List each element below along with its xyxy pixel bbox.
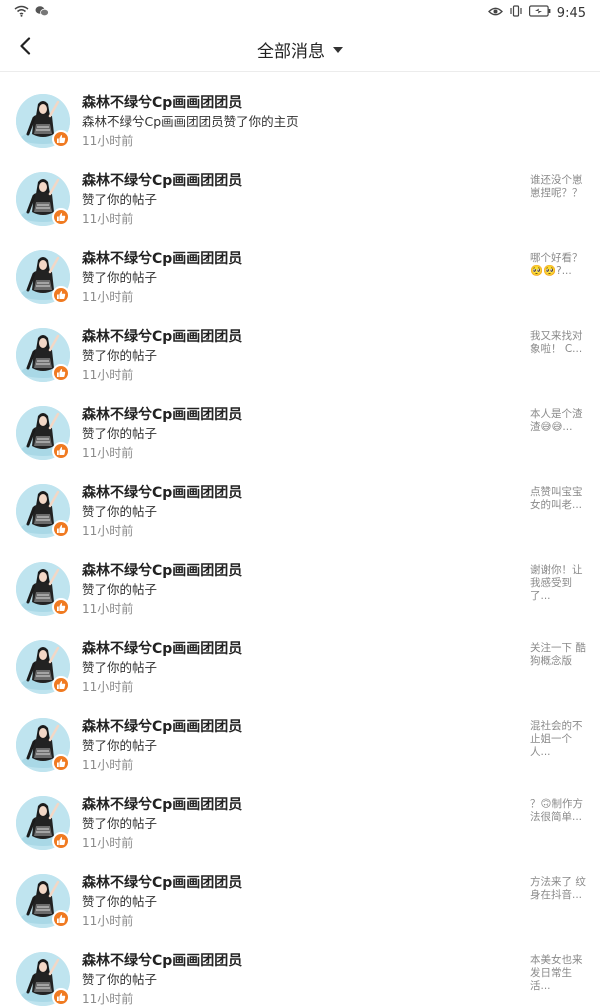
notification-item[interactable]: 森林不绿兮Cp画画团团员 赞了你的帖子 11小时前 我又来找对象啦！ C... [0,306,600,384]
timestamp: 11小时前 [82,368,134,382]
post-preview[interactable]: 哪个好看？🥺🥺?... [530,252,586,278]
post-preview[interactable]: 混社会的不止姐一个人... [530,720,586,759]
user-name[interactable]: 森林不绿兮Cp画画团团员 [82,718,502,736]
message-filter-dropdown[interactable]: 全部消息 [0,26,600,72]
user-name[interactable]: 森林不绿兮Cp画画团团员 [82,952,502,970]
notification-text: 森林不绿兮Cp画画团团员 赞了你的帖子 11小时前 [82,172,502,228]
notification-item[interactable]: 森林不绿兮Cp画画团团员 赞了你的帖子 11小时前 本人是个渣渣😅😅... [0,384,600,462]
thumbs-up-icon [52,676,70,694]
post-preview[interactable]: 方法来了 纹身在抖音... [530,876,586,902]
nav-bar: 全部消息 [0,26,600,72]
back-button[interactable] [12,35,38,61]
user-name[interactable]: 森林不绿兮Cp画画团团员 [82,328,502,346]
notification-item[interactable]: 森林不绿兮Cp画画团团员 赞了你的帖子 11小时前 方法来了 纹身在抖音... [0,852,600,930]
notification-text: 森林不绿兮Cp画画团团员 赞了你的帖子 11小时前 [82,874,502,930]
status-time: 9:45 [556,5,586,21]
user-name[interactable]: 森林不绿兮Cp画画团团员 [82,562,502,580]
thumbs-up-icon [52,286,70,304]
timestamp: 11小时前 [82,446,134,460]
thumbs-up-icon [52,754,70,772]
notification-list: 森林不绿兮Cp画画团团员 森林不绿兮Cp画画团团员赞了你的主页 11小时前 森林… [0,72,600,1008]
timestamp: 11小时前 [82,758,134,772]
action-text: 赞了你的帖子 [82,894,158,909]
action-text: 赞了你的帖子 [82,504,158,519]
post-preview[interactable]: 本人是个渣渣😅😅... [530,408,586,434]
timestamp: 11小时前 [82,914,134,928]
eye-icon [487,6,503,21]
notification-text: 森林不绿兮Cp画画团团员 赞了你的帖子 11小时前 [82,484,502,540]
notification-text: 森林不绿兮Cp画画团团员 赞了你的帖子 11小时前 [82,328,502,384]
post-preview[interactable]: 谁还没个崽崽捏呢？？ [530,174,586,200]
thumbs-up-icon [52,442,70,460]
thumbs-up-icon [52,520,70,538]
wechat-icon [35,5,49,21]
notification-text: 森林不绿兮Cp画画团团员 赞了你的帖子 11小时前 [82,250,502,306]
timestamp: 11小时前 [82,134,134,148]
post-preview[interactable]: 本美女也来发日常生活... [530,954,586,993]
post-preview[interactable]: 我又来找对象啦！ C... [530,330,586,356]
timestamp: 11小时前 [82,524,134,538]
notification-text: 森林不绿兮Cp画画团团员 赞了你的帖子 11小时前 [82,640,502,696]
user-name[interactable]: 森林不绿兮Cp画画团团员 [82,406,502,424]
user-name[interactable]: 森林不绿兮Cp画画团团员 [82,640,502,658]
timestamp: 11小时前 [82,212,134,226]
action-text: 森林不绿兮Cp画画团团员赞了你的主页 [82,114,299,129]
user-name[interactable]: 森林不绿兮Cp画画团团员 [82,172,502,190]
thumbs-up-icon [52,130,70,148]
action-text: 赞了你的帖子 [82,270,158,285]
thumbs-up-icon [52,910,70,928]
action-text: 赞了你的帖子 [82,426,158,441]
notification-item[interactable]: 森林不绿兮Cp画画团团员 赞了你的帖子 11小时前 本美女也来发日常生活... [0,930,600,1008]
notification-text: 森林不绿兮Cp画画团团员 赞了你的帖子 11小时前 [82,406,502,462]
timestamp: 11小时前 [82,602,134,616]
notification-item[interactable]: 森林不绿兮Cp画画团团员 赞了你的帖子 11小时前 ？🙃制作方法很简单... [0,774,600,852]
vibrate-icon [509,5,523,21]
action-text: 赞了你的帖子 [82,582,158,597]
action-text: 赞了你的帖子 [82,660,158,675]
action-text: 赞了你的帖子 [82,192,158,207]
notification-item[interactable]: 森林不绿兮Cp画画团团员 赞了你的帖子 11小时前 谢谢你！让我感受到了... [0,540,600,618]
timestamp: 11小时前 [82,290,134,304]
status-bar: 9:45 [0,0,600,26]
battery-icon [528,5,551,21]
post-preview[interactable]: 关注一下 酷狗概念版 [530,642,586,668]
action-text: 赞了你的帖子 [82,348,158,363]
notification-text: 森林不绿兮Cp画画团团员 森林不绿兮Cp画画团团员赞了你的主页 11小时前 [82,94,502,150]
post-preview[interactable]: 点赞叫宝宝女的叫老... [530,486,586,512]
notification-text: 森林不绿兮Cp画画团团员 赞了你的帖子 11小时前 [82,562,502,618]
user-name[interactable]: 森林不绿兮Cp画画团团员 [82,796,502,814]
notification-item[interactable]: 森林不绿兮Cp画画团团员 赞了你的帖子 11小时前 哪个好看？🥺🥺?... [0,228,600,306]
action-text: 赞了你的帖子 [82,972,158,987]
wifi-icon [14,5,29,21]
back-arrow-icon [19,37,31,59]
action-text: 赞了你的帖子 [82,738,158,753]
user-name[interactable]: 森林不绿兮Cp画画团团员 [82,94,502,112]
caret-down-icon [333,39,343,59]
user-name[interactable]: 森林不绿兮Cp画画团团员 [82,874,502,892]
user-name[interactable]: 森林不绿兮Cp画画团团员 [82,484,502,502]
notification-item[interactable]: 森林不绿兮Cp画画团团员 赞了你的帖子 11小时前 混社会的不止姐一个人... [0,696,600,774]
post-preview[interactable]: 谢谢你！让我感受到了... [530,564,586,603]
thumbs-up-icon [52,208,70,226]
timestamp: 11小时前 [82,992,134,1006]
thumbs-up-icon [52,988,70,1006]
timestamp: 11小时前 [82,836,134,850]
notification-text: 森林不绿兮Cp画画团团员 赞了你的帖子 11小时前 [82,796,502,852]
thumbs-up-icon [52,832,70,850]
notification-text: 森林不绿兮Cp画画团团员 赞了你的帖子 11小时前 [82,718,502,774]
notification-item[interactable]: 森林不绿兮Cp画画团团员 森林不绿兮Cp画画团团员赞了你的主页 11小时前 [0,72,600,150]
notification-item[interactable]: 森林不绿兮Cp画画团团员 赞了你的帖子 11小时前 谁还没个崽崽捏呢？？ [0,150,600,228]
page-title: 全部消息 [257,41,325,62]
action-text: 赞了你的帖子 [82,816,158,831]
timestamp: 11小时前 [82,680,134,694]
status-left [14,5,49,21]
thumbs-up-icon [52,598,70,616]
post-preview[interactable]: ？🙃制作方法很简单... [530,798,586,824]
user-name[interactable]: 森林不绿兮Cp画画团团员 [82,250,502,268]
thumbs-up-icon [52,364,70,382]
notification-item[interactable]: 森林不绿兮Cp画画团团员 赞了你的帖子 11小时前 点赞叫宝宝女的叫老... [0,462,600,540]
status-right: 9:45 [487,5,586,21]
notification-item[interactable]: 森林不绿兮Cp画画团团员 赞了你的帖子 11小时前 关注一下 酷狗概念版 [0,618,600,696]
